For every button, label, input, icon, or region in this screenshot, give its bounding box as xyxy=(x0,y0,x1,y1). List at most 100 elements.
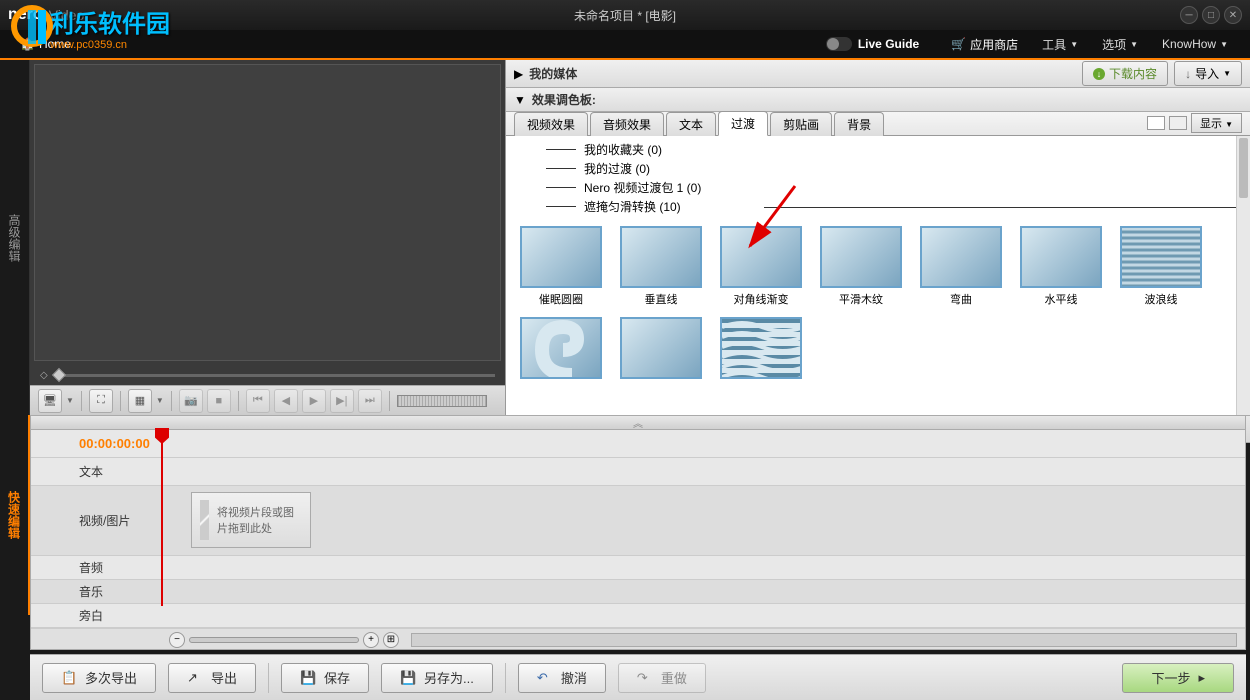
zoom-fit-button[interactable]: ⊞ xyxy=(383,632,399,648)
tab-clipart[interactable]: 剪贴画 xyxy=(770,112,832,136)
app-store-label: 应用商店 xyxy=(970,36,1018,53)
quick-edit-tab[interactable]: 快速编辑 xyxy=(0,415,30,615)
knowhow-menu[interactable]: KnowHow ▼ xyxy=(1150,33,1240,55)
thumb-spiral[interactable] xyxy=(516,317,606,382)
track-audio[interactable]: 音频 xyxy=(31,556,1245,580)
maximize-button[interactable]: □ xyxy=(1202,6,1220,24)
zoom-out-button[interactable]: − xyxy=(169,632,185,648)
drop-placeholder[interactable]: 将视频片段或图片拖到此处 xyxy=(191,492,311,548)
tab-background[interactable]: 背景 xyxy=(834,112,884,136)
play-button[interactable]: ▶ xyxy=(302,389,326,413)
logo-subtitle: Video xyxy=(49,7,85,23)
zoom-slider[interactable] xyxy=(189,637,359,643)
thumb-solid[interactable] xyxy=(616,317,706,382)
options-menu[interactable]: 选项 ▼ xyxy=(1090,32,1150,57)
save-button[interactable]: 💾 保存 xyxy=(281,663,369,693)
track-music[interactable]: 音乐 xyxy=(31,580,1245,604)
import-button[interactable]: ↓ 导入 ▼ xyxy=(1174,61,1242,86)
export-icon: ↗ xyxy=(187,670,203,686)
tab-video-effects[interactable]: 视频效果 xyxy=(514,112,588,136)
step-back-button[interactable]: ◀ xyxy=(274,389,298,413)
record-button[interactable]: ■ xyxy=(207,389,231,413)
track-text-label: 文本 xyxy=(31,458,161,485)
step-fwd-button[interactable]: ▶| xyxy=(330,389,354,413)
app-store-menu[interactable]: 🛒 应用商店 xyxy=(939,32,1030,57)
display-dropdown[interactable]: 显示 ▼ xyxy=(1191,113,1242,133)
toggle-switch[interactable] xyxy=(826,37,852,51)
timecode-display[interactable]: 00:00:00:00 xyxy=(31,436,161,451)
thumb-diagonal[interactable]: 对角线渐变 xyxy=(716,226,806,307)
collapse-icon[interactable]: ▼ xyxy=(514,93,526,107)
tree-favorites[interactable]: 我的收藏夹 (0) xyxy=(546,140,1250,159)
thumb-vertical[interactable]: 垂直线 xyxy=(616,226,706,307)
redo-button[interactable]: ↷ 重做 xyxy=(618,663,706,693)
fullscreen-button[interactable]: ⛶ xyxy=(89,389,113,413)
home-label: Home xyxy=(39,37,71,51)
action-bar: 📋 多次导出 ↗ 导出 💾 保存 💾 另存为... ↶ 撤消 ↷ 重做 下一步 … xyxy=(30,654,1246,700)
tab-text[interactable]: 文本 xyxy=(666,112,716,136)
timeline-collapse[interactable]: ︽ xyxy=(31,416,1245,430)
close-button[interactable]: ✕ xyxy=(1224,6,1242,24)
save-as-label: 另存为... xyxy=(424,668,474,687)
drop-hint-text: 将视频片段或图片拖到此处 xyxy=(217,504,302,536)
zoom-in-button[interactable]: + xyxy=(363,632,379,648)
track-narration[interactable]: 旁白 xyxy=(31,604,1245,628)
jog-slider[interactable] xyxy=(397,395,487,407)
media-header: ▶ 我的媒体 ↓ 下载内容 ↓ 导入 ▼ xyxy=(506,60,1250,88)
track-text[interactable]: 文本 xyxy=(31,458,1245,486)
prev-frame-button[interactable]: ⏮ xyxy=(246,389,270,413)
collapse-icon[interactable]: ▶ xyxy=(514,67,523,81)
display-label: 显示 xyxy=(1200,118,1222,130)
thumb-horizontal[interactable]: 水平线 xyxy=(1016,226,1106,307)
timeline-scrollbar[interactable] xyxy=(411,633,1237,647)
thumb-curved[interactable] xyxy=(716,317,806,382)
layout-button[interactable]: ▦ xyxy=(128,389,152,413)
track-video-label: 视频/图片 xyxy=(31,486,161,555)
redo-icon: ↷ xyxy=(637,670,653,686)
tab-transitions[interactable]: 过渡 xyxy=(718,111,768,136)
chevron-down-icon: ▼ xyxy=(1223,69,1231,78)
undo-button[interactable]: ↶ 撤消 xyxy=(518,663,606,693)
preview-scrubber[interactable]: ◇ xyxy=(30,365,505,385)
download-button[interactable]: ↓ 下载内容 xyxy=(1082,61,1168,86)
home-icon: 🏠 xyxy=(20,37,35,51)
export-button[interactable]: ↗ 导出 xyxy=(168,663,256,693)
next-button[interactable]: 下一步 ▸ xyxy=(1122,663,1234,693)
import-icon: ↓ xyxy=(1185,67,1191,81)
home-button[interactable]: 🏠 Home xyxy=(10,33,81,55)
grid-view-button[interactable] xyxy=(1147,116,1165,130)
monitor-button[interactable]: 🖥 xyxy=(38,389,62,413)
download-label: 下载内容 xyxy=(1109,65,1157,82)
advanced-edit-tab[interactable]: 高级编辑 xyxy=(0,60,30,415)
arrow-right-icon: ▸ xyxy=(1198,670,1205,686)
tree-nero-pack[interactable]: Nero 视频过渡包 1 (0) xyxy=(546,178,1250,197)
multi-export-icon: 📋 xyxy=(61,670,77,686)
live-guide-toggle[interactable]: Live Guide xyxy=(826,37,919,51)
snapshot-button[interactable]: 📷 xyxy=(179,389,203,413)
save-icon: 💾 xyxy=(300,670,316,686)
tree-mask-smooth[interactable]: 遮掩匀滑转换 (10) xyxy=(546,197,1250,216)
tools-menu[interactable]: 工具 ▼ xyxy=(1030,32,1090,57)
preview-canvas[interactable] xyxy=(34,64,501,361)
thumb-label: 平滑木纹 xyxy=(839,291,883,307)
thumb-bend[interactable]: 弯曲 xyxy=(916,226,1006,307)
playhead[interactable] xyxy=(161,430,163,606)
list-view-button[interactable] xyxy=(1169,116,1187,130)
tab-audio-effects[interactable]: 音频效果 xyxy=(590,112,664,136)
track-video[interactable]: 视频/图片 将视频片段或图片拖到此处 xyxy=(31,486,1245,556)
thumb-hypnotic[interactable]: 催眠圆圈 xyxy=(516,226,606,307)
thumb-wood[interactable]: 平滑木纹 xyxy=(816,226,906,307)
advanced-tab-label: 高级编辑 xyxy=(6,214,23,262)
minimize-button[interactable]: ─ xyxy=(1180,6,1198,24)
logo-text: nero xyxy=(8,6,43,24)
window-title: 未命名项目 * [电影] xyxy=(574,7,676,24)
palette-label: 效果调色板: xyxy=(532,91,1242,108)
save-as-button[interactable]: 💾 另存为... xyxy=(381,663,493,693)
multi-export-button[interactable]: 📋 多次导出 xyxy=(42,663,156,693)
effect-tabs: 视频效果 音频效果 文本 过渡 剪贴画 背景 显示 ▼ xyxy=(506,112,1250,136)
panel-scrollbar[interactable] xyxy=(1236,136,1250,415)
thumb-wave[interactable]: 波浪线 xyxy=(1116,226,1206,307)
title-bar: nero Video 未命名项目 * [电影] ─ □ ✕ xyxy=(0,0,1250,30)
next-frame-button[interactable]: ⏭ xyxy=(358,389,382,413)
tree-my-transitions[interactable]: 我的过渡 (0) xyxy=(546,159,1250,178)
